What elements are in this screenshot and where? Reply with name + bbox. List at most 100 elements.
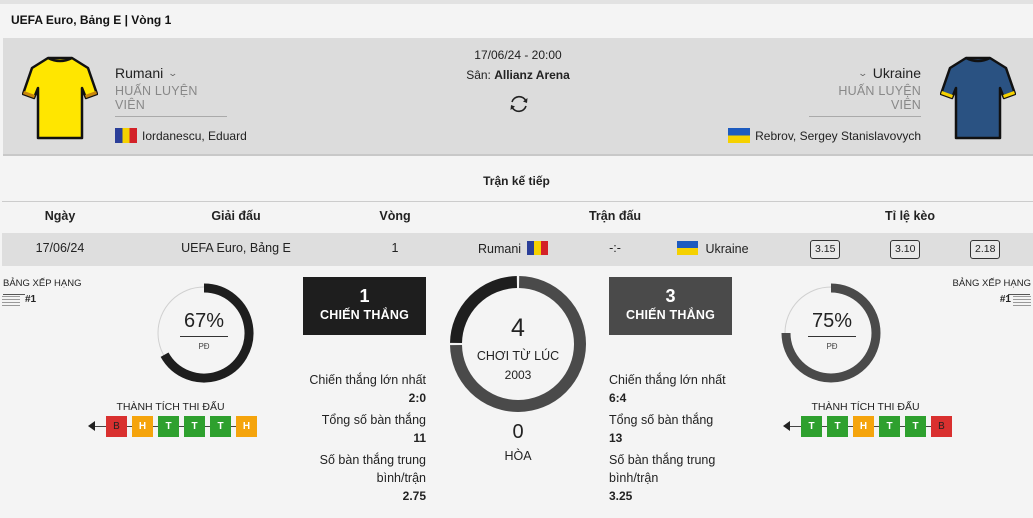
arrow-left-icon [783, 421, 790, 431]
away-avg-goals-label-2: bình/trận [609, 471, 659, 485]
away-coach-row: Rebrov, Sergey Stanislavovych [728, 128, 921, 143]
away-form-row: TTHTTB [783, 416, 952, 438]
away-avg-goals-value: 3.25 [609, 489, 633, 503]
home-total-goals-value: 11 [413, 431, 426, 445]
home-avg-goals-value: 2.75 [402, 489, 426, 503]
away-avg-goals: Số bàn thắng trung bình/trận 3.25 [609, 451, 715, 505]
away-pd-percent: 75% [811, 310, 853, 332]
away-pd-label: PĐ [826, 342, 838, 351]
home-pd-percent: 67% [183, 310, 225, 332]
arrow-left-icon [88, 421, 95, 431]
home-avg-goals-label-2: bình/trận [376, 471, 426, 485]
table-divider [2, 201, 1033, 202]
away-team-selector[interactable]: ⌄ Ukraine [728, 64, 921, 82]
away-biggest-win-label: Chiến thắng lớn nhất [609, 373, 726, 387]
home-wins-count: 1 [359, 286, 370, 306]
home-wins-box: 1 CHIẾN THẮNG [303, 277, 426, 335]
next-match-title: Trận kế tiếp [483, 174, 550, 188]
away-coach-name[interactable]: Rebrov, Sergey Stanislavovych [755, 129, 921, 143]
away-wins-count: 3 [665, 286, 676, 306]
away-total-goals-label: Tổng số bàn thắng [609, 413, 714, 427]
home-wins-label: CHIẾN THẮNG [319, 308, 409, 322]
away-team-name: Ukraine [872, 65, 921, 81]
home-biggest-win-label: Chiến thắng lớn nhất [309, 373, 426, 387]
away-team-block: ⌄ Ukraine HUẤN LUYỆN VIÊN Rebrov, Sergey… [728, 64, 921, 143]
home-avg-goals: Số bàn thắng trung bình/trận 2.75 [320, 451, 426, 505]
competition-title: UEFA Euro, Bảng E | Vòng 1 [0, 4, 1033, 36]
header-odds: Tỉ lệ kèo [884, 209, 936, 223]
form-result-badge[interactable]: T [184, 416, 205, 437]
away-total-goals-value: 13 [609, 431, 623, 445]
ukraine-flag-icon [677, 241, 698, 255]
form-result-badge[interactable]: T [827, 416, 848, 437]
home-coach-name[interactable]: Iordanescu, Eduard [142, 129, 247, 143]
form-result-badge[interactable]: T [210, 416, 231, 437]
row-score[interactable]: -:- [600, 241, 630, 255]
row-round: 1 [391, 241, 399, 255]
odds-away[interactable]: 2.18 [970, 240, 1001, 259]
away-biggest-win: Chiến thắng lớn nhất 6:4 [609, 371, 726, 407]
away-wins-label: CHIẾN THẮNG [625, 308, 715, 322]
away-rank-label: BẢNG XẾP HẠNG [952, 278, 1032, 289]
home-pd-label: PĐ [198, 342, 210, 351]
form-result-badge[interactable]: T [879, 416, 900, 437]
home-rank-label: BẢNG XẾP HẠNG [3, 278, 82, 289]
home-biggest-win-value: 2:0 [408, 391, 426, 405]
match-datetime: 17/06/24 - 20:00 [474, 48, 562, 62]
form-result-badge[interactable]: H [853, 416, 874, 437]
away-rank-value[interactable]: #1 [1000, 294, 1011, 305]
header-match: Trận đấu [588, 209, 642, 223]
venue-label: Sân: [466, 68, 491, 82]
away-avg-goals-label: Số bàn thắng trung [609, 453, 716, 467]
away-coach-label: HUẤN LUYỆN VIÊN [809, 84, 921, 117]
header-league: Giải đấu [211, 209, 261, 223]
refresh-icon[interactable] [508, 93, 530, 115]
h2h-total-label: CHƠI TỪ LÚC [476, 349, 560, 363]
form-result-badge[interactable]: T [801, 416, 822, 437]
away-total-goals: Tổng số bàn thắng 13 [609, 411, 713, 447]
away-jersey-icon [940, 56, 1016, 140]
home-form-row: BHTTTH [88, 416, 257, 438]
ukraine-flag-icon [728, 128, 751, 143]
chevron-down-icon[interactable]: ⌄ [858, 68, 869, 79]
away-wins-box: 3 CHIẾN THẮNG [609, 277, 732, 335]
home-total-goals: Tổng số bàn thắng 11 [322, 411, 426, 447]
home-form-title: THÀNH TÍCH THI ĐẤU [116, 401, 225, 413]
row-home-name: Rumani [478, 242, 522, 256]
romania-flag-icon [526, 241, 548, 255]
match-header: Rumani ⌄ HUẤN LUYỆN VIÊN Iordanescu, Edu… [3, 38, 1033, 156]
row-away-team[interactable]: Ukraine [677, 241, 749, 256]
home-pd-text: 67% PĐ [174, 310, 234, 351]
row-league[interactable]: UEFA Euro, Bảng E [171, 241, 301, 255]
venue-name: Allianz Arena [494, 68, 570, 82]
row-home-team[interactable]: Rumani [478, 241, 548, 256]
header-date: Ngày [44, 209, 76, 223]
row-away-name: Ukraine [705, 242, 749, 256]
h2h-ring [450, 276, 586, 412]
h2h-total: 4 [511, 314, 525, 342]
h2h-draws: 0 [512, 421, 524, 443]
odds-home[interactable]: 3.15 [810, 240, 841, 259]
form-result-badge[interactable]: B [106, 416, 127, 437]
header-round: Vòng [379, 209, 411, 223]
home-biggest-win: Chiến thắng lớn nhất 2:0 [309, 371, 426, 407]
h2h-since-year: 2003 [504, 368, 532, 382]
form-result-badge[interactable]: H [236, 416, 257, 437]
away-biggest-win-value: 6:4 [609, 391, 627, 405]
form-result-badge[interactable]: T [158, 416, 179, 437]
home-total-goals-label: Tổng số bàn thắng [321, 413, 426, 427]
home-avg-goals-label: Số bàn thắng trung [319, 453, 426, 467]
romania-flag-icon [115, 128, 137, 143]
away-form-title: THÀNH TÍCH THI ĐẤU [811, 401, 920, 413]
form-result-badge[interactable]: B [931, 416, 952, 437]
h2h-draws-label: HÒA [504, 449, 532, 463]
away-pd-text: 75% PĐ [802, 310, 862, 351]
form-result-badge[interactable]: H [132, 416, 153, 437]
home-coach-row: Iordanescu, Eduard [115, 128, 247, 143]
home-coach-label: HUẤN LUYỆN VIÊN [115, 84, 227, 117]
odds-draw[interactable]: 3.10 [890, 240, 921, 259]
form-result-badge[interactable]: T [905, 416, 926, 437]
standings-icon [2, 296, 20, 306]
home-rank-value[interactable]: #1 [25, 294, 36, 305]
standings-icon [1013, 296, 1031, 306]
